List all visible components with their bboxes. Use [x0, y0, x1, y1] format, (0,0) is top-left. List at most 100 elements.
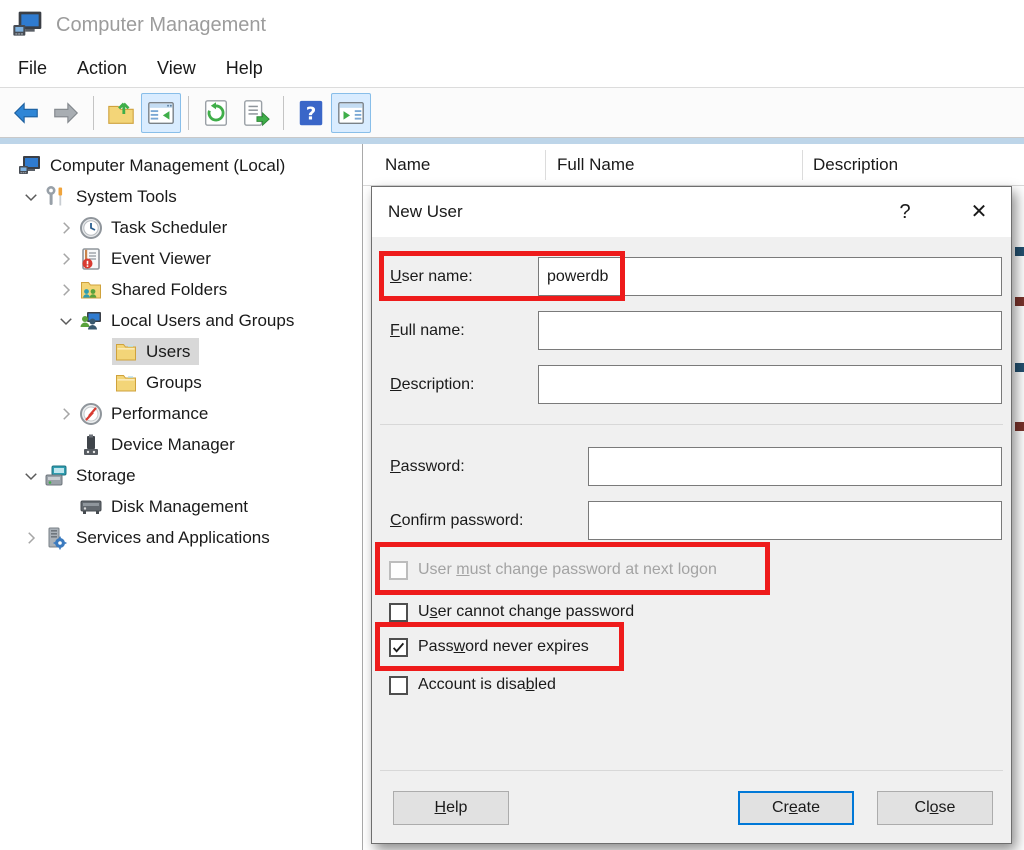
- tree-item-shared-folders[interactable]: Shared Folders: [0, 274, 362, 305]
- tree-item-label: Users: [146, 342, 190, 362]
- menu-action[interactable]: Action: [77, 50, 127, 86]
- column-header-full-name[interactable]: Full Name: [557, 144, 634, 185]
- menu-view[interactable]: View: [157, 50, 196, 86]
- account-disabled-checkbox[interactable]: [389, 676, 408, 695]
- tree-item-label: Shared Folders: [111, 280, 227, 300]
- tree-item-label: Event Viewer: [111, 249, 211, 269]
- close-icon[interactable]: ✕: [960, 187, 998, 237]
- account-disabled-checkbox-label: Account is disabled: [418, 676, 556, 694]
- close-button-label: Close: [915, 799, 956, 817]
- toolbar-separator: [283, 96, 284, 130]
- tree-item-body: Storage: [42, 462, 145, 489]
- chevron-right-icon[interactable]: [55, 219, 77, 237]
- fullname-field[interactable]: [538, 311, 1002, 350]
- refresh-icon: [201, 98, 231, 128]
- tree-item-label: Storage: [76, 466, 136, 486]
- create-button[interactable]: Create: [738, 791, 854, 825]
- tree-item-storage[interactable]: Storage: [0, 460, 362, 491]
- tree-item-label: Groups: [146, 373, 202, 393]
- column-header-description[interactable]: Description: [813, 144, 898, 185]
- username-field[interactable]: [538, 257, 1002, 296]
- tree-item-performance[interactable]: Performance: [0, 398, 362, 429]
- tree-item-event-viewer[interactable]: Event Viewer: [0, 243, 362, 274]
- cannot-change-password-checkbox[interactable]: [389, 603, 408, 622]
- tree-item-body: Services and Applications: [42, 524, 279, 551]
- chevron-slot: [90, 343, 112, 361]
- chevron-slot: [55, 436, 77, 454]
- tree-item-label: Services and Applications: [76, 528, 270, 548]
- toolbar-separator: [188, 96, 189, 130]
- console-tree-panel: Computer Management (Local) System Tools T…: [0, 144, 362, 850]
- action-pane-icon: [336, 98, 366, 128]
- tree-item-users[interactable]: Users: [0, 336, 362, 367]
- users-groups-icon: [79, 309, 103, 333]
- back-icon: [11, 98, 41, 128]
- tree-item-body: Event Viewer: [77, 245, 220, 272]
- window-titlebar: Computer Management: [0, 0, 1024, 50]
- cannot-change-password-checkbox-label: User cannot change password: [418, 603, 634, 621]
- tree-item-label: System Tools: [76, 187, 177, 207]
- toolbar: ?: [0, 88, 1024, 138]
- chevron-down-icon[interactable]: [20, 188, 42, 206]
- help-button-label: Help: [435, 799, 468, 817]
- new-user-dialog: New User ? ✕ User name:Full name:Descrip…: [371, 186, 1012, 844]
- toolbar-show-action-pane-button[interactable]: [331, 93, 371, 133]
- tree-item-body: Task Scheduler: [77, 214, 236, 241]
- password-never-expires-checkbox[interactable]: [389, 638, 408, 657]
- menu-help[interactable]: Help: [226, 50, 263, 86]
- tree-item-services-and-applications[interactable]: Services and Applications: [0, 522, 362, 553]
- tree-item-local-users-and-groups[interactable]: Local Users and Groups: [0, 305, 362, 336]
- toolbar-up-one-level-button[interactable]: [101, 93, 141, 133]
- performance-icon: [79, 402, 103, 426]
- chevron-down-icon[interactable]: [20, 467, 42, 485]
- dialog-separator: [380, 424, 1003, 425]
- toolbar-back-button[interactable]: [6, 93, 46, 133]
- password-label: Password:: [390, 447, 465, 486]
- services-icon: [44, 526, 68, 550]
- tree-item-label: Performance: [111, 404, 208, 424]
- forward-icon: [51, 98, 81, 128]
- account-disabled-checkbox-row: Account is disabled: [389, 674, 556, 696]
- tree-item-device-manager[interactable]: Device Manager: [0, 429, 362, 460]
- tree-item-computer-management-local[interactable]: Computer Management (Local): [0, 150, 362, 181]
- toolbar-refresh-button[interactable]: [196, 93, 236, 133]
- dialog-help-button[interactable]: ?: [888, 187, 922, 237]
- tree-item-body: Computer Management (Local): [16, 152, 294, 179]
- help-button[interactable]: Help: [393, 791, 509, 825]
- close-button[interactable]: Close: [877, 791, 993, 825]
- tree-item-task-scheduler[interactable]: Task Scheduler: [0, 212, 362, 243]
- computer-icon: [18, 154, 42, 178]
- tree-item-groups[interactable]: Groups: [0, 367, 362, 398]
- list-item-icon-fragment: [1015, 247, 1024, 256]
- tree-item-body: Device Manager: [77, 431, 244, 458]
- description-label: Description:: [390, 365, 474, 404]
- chevron-right-icon[interactable]: [55, 250, 77, 268]
- chevron-right-icon[interactable]: [20, 529, 42, 547]
- device-manager-icon: [79, 433, 103, 457]
- task-scheduler-icon: [79, 216, 103, 240]
- tree-item-system-tools[interactable]: System Tools: [0, 181, 362, 212]
- fullname-label: Full name:: [390, 311, 465, 350]
- chevron-down-icon[interactable]: [55, 312, 77, 330]
- chevron-slot: [55, 498, 77, 516]
- column-header-name[interactable]: Name: [385, 144, 430, 185]
- menu-file[interactable]: File: [18, 50, 47, 86]
- toolbar-help-button[interactable]: ?: [291, 93, 331, 133]
- tree-item-disk-management[interactable]: Disk Management: [0, 491, 362, 522]
- chevron-right-icon[interactable]: [55, 405, 77, 423]
- dialog-separator: [380, 770, 1003, 771]
- tree-item-body: Local Users and Groups: [77, 307, 303, 334]
- toolbar-export-list-button[interactable]: [236, 93, 276, 133]
- create-button-label: Create: [772, 799, 820, 817]
- confirm-password-field[interactable]: [588, 501, 1002, 540]
- confirm-password-label: Confirm password:: [390, 501, 523, 540]
- dialog-title: New User: [388, 187, 463, 237]
- password-field[interactable]: [588, 447, 1002, 486]
- toolbar-forward-button[interactable]: [46, 93, 86, 133]
- svg-text:?: ?: [306, 103, 316, 124]
- description-field[interactable]: [538, 365, 1002, 404]
- chevron-right-icon[interactable]: [55, 281, 77, 299]
- help-icon: ?: [296, 98, 326, 128]
- must-change-password-checkbox-row: User must change password at next logon: [389, 559, 717, 581]
- toolbar-show-console-tree-button[interactable]: [141, 93, 181, 133]
